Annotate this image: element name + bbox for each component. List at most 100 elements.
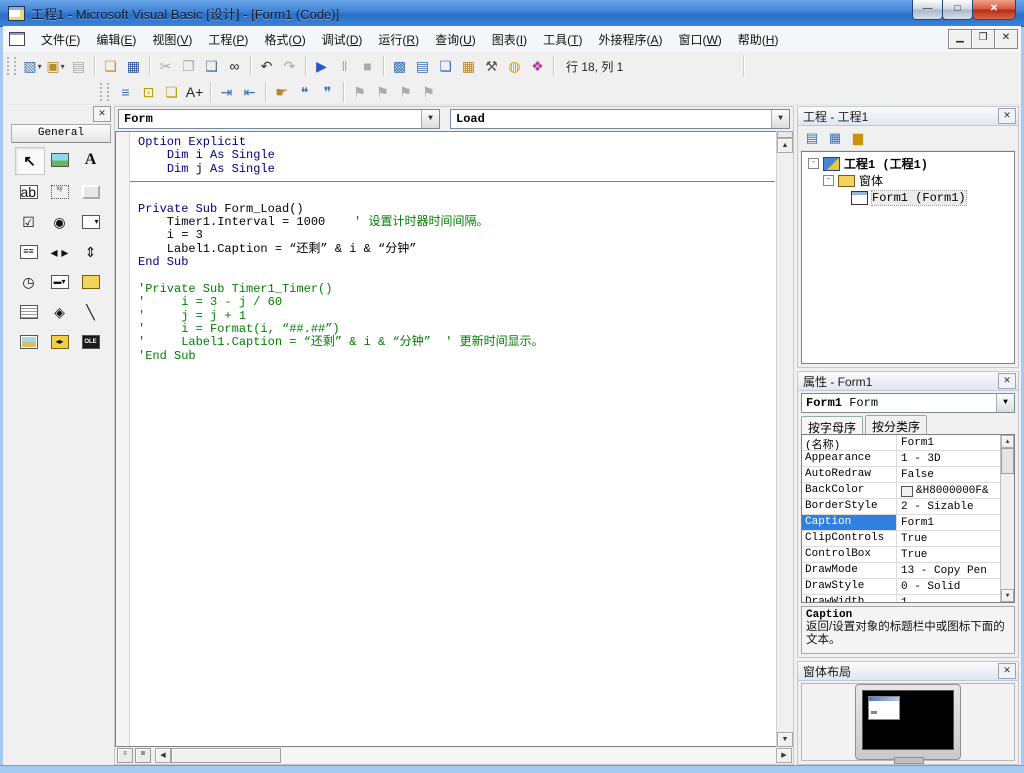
property-value[interactable]: Form1: [897, 435, 1001, 450]
run-button[interactable]: ▶: [310, 55, 333, 77]
uncomment-block-button[interactable]: ❞: [316, 81, 339, 103]
toolbox-textbox[interactable]: ab|: [15, 179, 43, 205]
toolbar-grip[interactable]: [7, 57, 16, 75]
toolbox-checkbox[interactable]: ☑: [15, 209, 43, 235]
toolbox-picturebox[interactable]: ▉: [46, 147, 74, 173]
undo-button[interactable]: ↶: [255, 55, 278, 77]
toolbox-shape[interactable]: ◈: [46, 299, 74, 325]
properties-window-button[interactable]: ▤: [411, 55, 434, 77]
child-minimize-button[interactable]: ▁: [948, 29, 972, 49]
menu-item[interactable]: 格式(O): [256, 29, 313, 51]
chevron-down-icon[interactable]: ▾: [61, 62, 65, 71]
open-project-button[interactable]: ❏: [99, 55, 122, 77]
code-text[interactable]: Option Explicit Dim i As Single Dim j As…: [130, 132, 775, 746]
code-horizontal-scrollbar[interactable]: ◀ ▶: [155, 748, 792, 763]
toolbox-timer[interactable]: ◷: [15, 269, 43, 295]
property-row[interactable]: CaptionForm1: [802, 515, 1001, 531]
scrollbar-thumb[interactable]: [1001, 448, 1014, 474]
close-icon[interactable]: ✕: [998, 108, 1016, 124]
property-row[interactable]: DrawStyle0 - Solid: [802, 579, 1001, 595]
toolbox-ole[interactable]: OLE: [77, 329, 105, 355]
code-vertical-scrollbar[interactable]: ▲ ▼: [776, 131, 793, 747]
menu-item[interactable]: 编辑(E): [88, 29, 144, 51]
close-icon[interactable]: ✕: [998, 663, 1016, 679]
property-value[interactable]: False: [897, 467, 1001, 482]
toolbox-line[interactable]: ╲: [77, 299, 105, 325]
toolbox-label[interactable]: A: [77, 147, 105, 173]
tree-item[interactable]: -窗体: [802, 172, 1014, 189]
project-explorer-button[interactable]: ▩: [388, 55, 411, 77]
toolbox-listbox[interactable]: ≡≡: [15, 239, 43, 265]
property-row[interactable]: AutoRedrawFalse: [802, 467, 1001, 483]
property-row[interactable]: BorderStyle2 - Sizable: [802, 499, 1001, 515]
splitter-handle[interactable]: [777, 131, 793, 138]
chevron-down-icon[interactable]: ▾: [38, 62, 42, 71]
comment-block-button[interactable]: ❝: [293, 81, 316, 103]
property-value[interactable]: True: [897, 531, 1001, 546]
scroll-up-icon[interactable]: ▲: [1001, 435, 1014, 448]
scroll-down-icon[interactable]: ▼: [777, 732, 793, 747]
procedure-view-button[interactable]: ≡: [117, 748, 133, 763]
property-value[interactable]: 0 - Solid: [897, 579, 1001, 594]
scroll-down-icon[interactable]: ▼: [1001, 589, 1014, 602]
toolbox-frame[interactable]: xy: [46, 179, 74, 205]
outdent-button[interactable]: ⇤: [238, 81, 261, 103]
component-manager-button[interactable]: ❖: [526, 55, 549, 77]
menu-item[interactable]: 工程(P): [200, 29, 256, 51]
menu-item[interactable]: 窗口(W): [670, 29, 729, 51]
property-grid-scrollbar[interactable]: ▲ ▼: [1000, 435, 1014, 602]
form-layout-window-button[interactable]: ❏: [434, 55, 457, 77]
property-value[interactable]: Form1: [897, 515, 1001, 530]
scroll-up-icon[interactable]: ▲: [777, 138, 793, 153]
toolbox-close-button[interactable]: ✕: [93, 106, 111, 122]
toolbox-drivelistbox[interactable]: ▬▾: [46, 269, 74, 295]
menu-item[interactable]: 调试(D): [314, 29, 371, 51]
toolbox-dirlistbox[interactable]: ▉: [77, 269, 105, 295]
close-icon[interactable]: ✕: [998, 373, 1016, 389]
add-form-button[interactable]: ▣▾: [44, 55, 67, 77]
property-row[interactable]: Appearance1 - 3D: [802, 451, 1001, 467]
find-button[interactable]: ∞: [223, 55, 246, 77]
indent-button[interactable]: ⇥: [215, 81, 238, 103]
tab-alphabetic[interactable]: 按字母序: [801, 416, 863, 435]
property-value[interactable]: &H8000000F&: [897, 483, 1001, 498]
property-row[interactable]: (名称)Form1: [802, 435, 1001, 451]
scroll-right-icon[interactable]: ▶: [776, 748, 792, 763]
add-project-button[interactable]: ▧▾: [21, 55, 44, 77]
tree-expand-icon[interactable]: -: [823, 175, 834, 186]
form-position-thumbnail[interactable]: [868, 696, 900, 720]
save-project-button[interactable]: ▦: [122, 55, 145, 77]
toolbox-filelistbox[interactable]: [15, 299, 43, 325]
paste-button[interactable]: ❑: [200, 55, 223, 77]
property-value[interactable]: 1 - 3D: [897, 451, 1001, 466]
menu-item[interactable]: 运行(R): [370, 29, 427, 51]
toggle-folders-button[interactable]: ▆: [847, 128, 869, 148]
data-view-window-button[interactable]: ◍: [503, 55, 526, 77]
toolbox-hscrollbar[interactable]: ◂ ▸: [46, 239, 74, 265]
list-constants-button[interactable]: ⊡: [137, 81, 160, 103]
tab-categorized[interactable]: 按分类序: [865, 415, 927, 434]
chevron-down-icon[interactable]: ▼: [771, 110, 789, 128]
menu-item[interactable]: 视图(V): [144, 29, 200, 51]
form-layout-panel-title[interactable]: 窗体布局 ✕: [798, 662, 1018, 681]
toggle-breakpoint-button[interactable]: ☛: [270, 81, 293, 103]
menu-item[interactable]: 工具(T): [535, 29, 590, 51]
property-value[interactable]: 2 - Sizable: [897, 499, 1001, 514]
view-object-button[interactable]: ▦: [824, 128, 846, 148]
toolbox-button[interactable]: ⚒: [480, 55, 503, 77]
toolbar-grip[interactable]: [100, 83, 109, 101]
complete-word-button[interactable]: A+: [183, 81, 206, 103]
tree-item[interactable]: Form1 (Form1): [802, 189, 1014, 206]
toolbox-image[interactable]: ▉: [15, 329, 43, 355]
toolbox-data[interactable]: ◂▸: [46, 329, 74, 355]
full-module-view-button[interactable]: ≣: [135, 748, 151, 763]
property-value[interactable]: 13 - Copy Pen: [897, 563, 1001, 578]
menu-item[interactable]: 帮助(H): [730, 29, 787, 51]
property-row[interactable]: DrawWidth1: [802, 595, 1001, 603]
menu-item[interactable]: 图表(I): [484, 29, 535, 51]
child-close-button[interactable]: ✕: [994, 29, 1018, 49]
view-code-button[interactable]: ▤: [801, 128, 823, 148]
properties-panel-title[interactable]: 属性 - Form1 ✕: [798, 372, 1018, 391]
property-row[interactable]: DrawMode13 - Copy Pen: [802, 563, 1001, 579]
object-browser-button[interactable]: ▦: [457, 55, 480, 77]
